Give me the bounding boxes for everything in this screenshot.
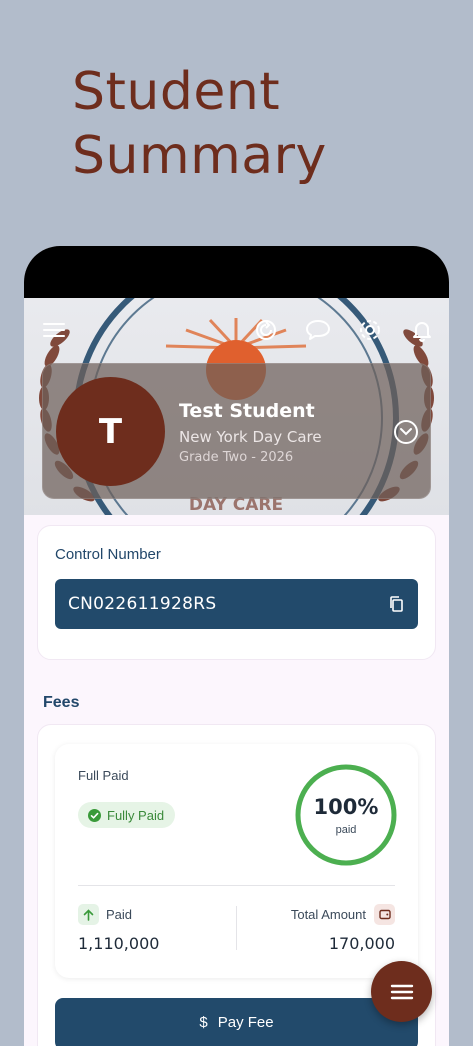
avatar: T xyxy=(56,377,165,486)
menu-icon xyxy=(390,984,413,999)
pay-fee-button[interactable]: $ Pay Fee xyxy=(55,998,418,1046)
settings-icon[interactable] xyxy=(356,316,384,344)
status-badge: Fully Paid xyxy=(78,802,176,828)
wallet-icon xyxy=(374,904,395,925)
chevron-down-icon[interactable] xyxy=(394,420,418,444)
fee-summary-panel: Full Paid Fully Paid 100% paid Paid 1,11… xyxy=(55,744,418,978)
check-circle-icon xyxy=(88,808,101,822)
control-number-value: CN022611928RS xyxy=(68,594,217,614)
fees-section-title: Fees xyxy=(43,694,80,711)
student-name: Test Student xyxy=(179,400,315,422)
menu-icon[interactable] xyxy=(40,316,68,344)
pay-fee-label: Pay Fee xyxy=(217,1014,274,1031)
paid-label: Paid xyxy=(106,907,133,922)
paid-amount: 1,110,000 xyxy=(78,934,160,953)
badge-text: Fully Paid xyxy=(107,807,165,823)
control-number-label: Control Number xyxy=(55,546,161,563)
divider xyxy=(236,906,237,950)
total-amount: 170,000 xyxy=(328,934,395,953)
school-name: New York Day Care xyxy=(179,428,322,446)
title-line-1: Student xyxy=(72,62,281,122)
notification-bell-icon[interactable] xyxy=(408,316,436,344)
hero-banner: DAY CARE T Test Student New York Day Car… xyxy=(24,298,449,515)
refresh-icon[interactable] xyxy=(252,316,280,344)
chat-icon[interactable] xyxy=(304,316,332,344)
divider xyxy=(78,885,395,886)
control-number-field[interactable]: CN022611928RS xyxy=(55,579,418,629)
fee-status-label: Full Paid xyxy=(78,768,129,783)
title-line-2: Summary xyxy=(72,126,327,186)
arrow-up-icon xyxy=(78,904,99,925)
phone-frame: DAY CARE T Test Student New York Day Car… xyxy=(24,246,449,1046)
status-bar xyxy=(24,246,449,298)
dollar-icon: $ xyxy=(199,1014,208,1031)
paid-percentage: 100% xyxy=(313,795,379,819)
paid-percentage-caption: paid xyxy=(335,824,357,836)
student-profile-card[interactable]: T Test Student New York Day Care Grade T… xyxy=(42,363,431,499)
floating-menu-button[interactable] xyxy=(371,961,432,1022)
total-amount-label: Total Amount xyxy=(290,907,366,922)
grade-year: Grade Two - 2026 xyxy=(179,450,294,465)
copy-icon[interactable] xyxy=(388,595,404,618)
page-title: Student Summary xyxy=(72,60,327,188)
